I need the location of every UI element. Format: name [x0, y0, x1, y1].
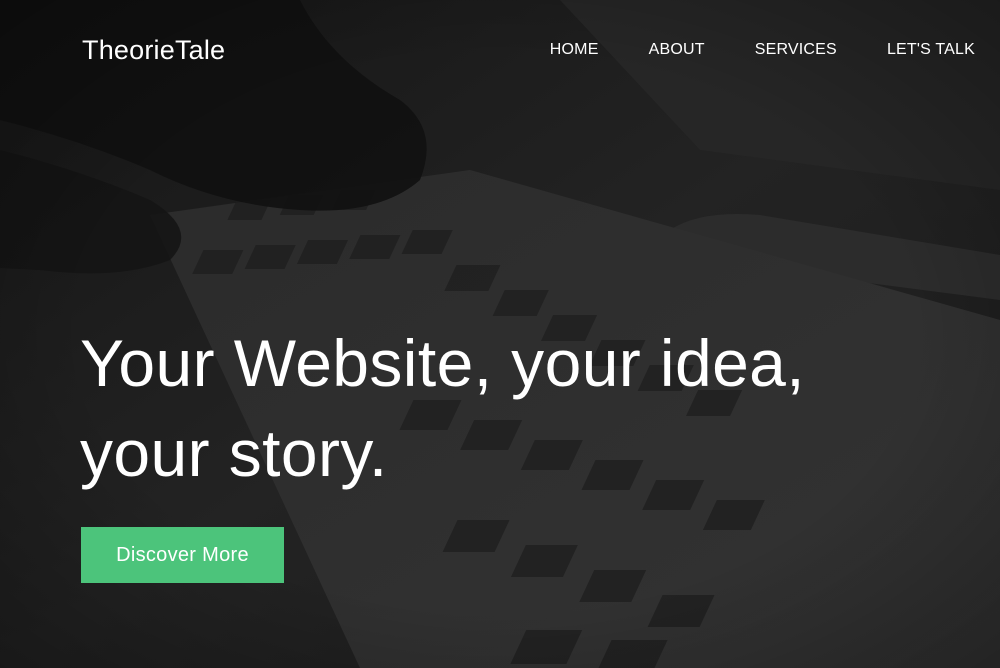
nav-link-lets-talk[interactable]: LET'S TALK: [887, 40, 975, 60]
nav-menu: HOME ABOUT SERVICES LET'S TALK: [550, 40, 975, 60]
nav-item-services: SERVICES: [755, 40, 837, 60]
nav-link-about[interactable]: ABOUT: [649, 40, 705, 60]
nav-link-home[interactable]: HOME: [550, 40, 599, 60]
nav-item-about: ABOUT: [649, 40, 705, 60]
top-navbar: TheorieTale HOME ABOUT SERVICES LET'S TA…: [0, 0, 1000, 100]
brand-logo-link[interactable]: TheorieTale: [82, 33, 225, 67]
discover-more-button[interactable]: Discover More: [81, 527, 284, 583]
nav-link-services[interactable]: SERVICES: [755, 40, 837, 60]
nav-item-lets-talk: LET'S TALK: [887, 40, 975, 60]
hero-heading: Your Website, your idea, your story.: [80, 326, 806, 490]
nav-item-home: HOME: [550, 40, 599, 60]
